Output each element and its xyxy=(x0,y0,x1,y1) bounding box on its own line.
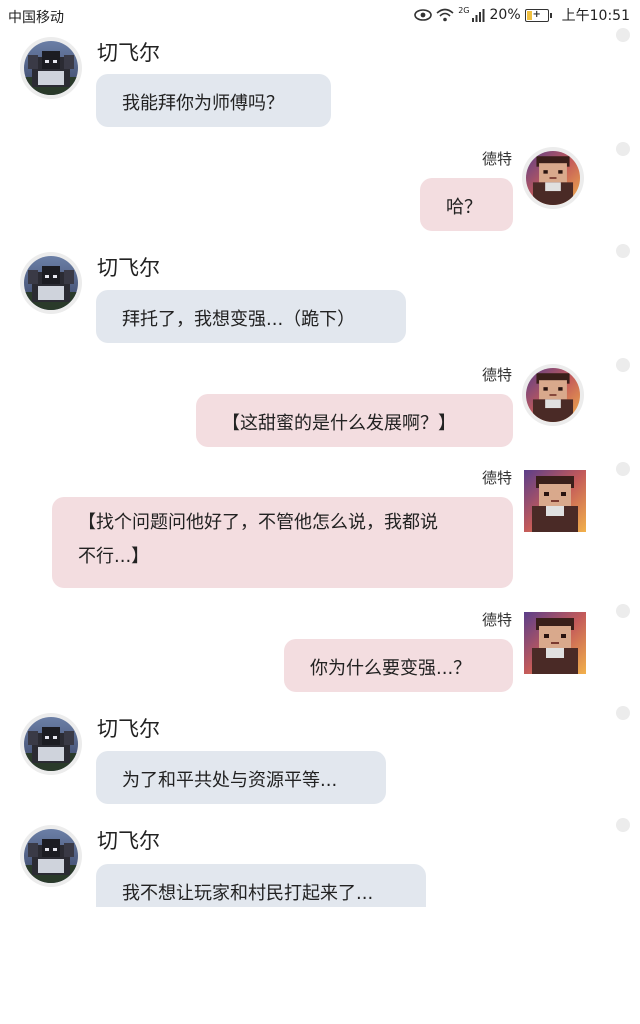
battery-cap xyxy=(549,12,552,18)
eye-icon xyxy=(414,9,433,21)
avatar-dete[interactable] xyxy=(522,364,584,426)
sunset-boy-avatar-icon xyxy=(526,368,580,422)
message-bubble[interactable]: 我不想让玩家和村民打起来了... xyxy=(96,864,426,907)
avatar-chefeier[interactable] xyxy=(20,825,82,887)
dark-knight-avatar-icon xyxy=(24,41,78,95)
avatar-chefeier[interactable] xyxy=(20,37,82,99)
avatar-dete[interactable] xyxy=(522,147,584,209)
avatar-dete[interactable] xyxy=(524,612,586,674)
dark-knight-avatar-icon xyxy=(24,829,78,883)
signal-icon xyxy=(471,8,485,22)
scroll-dot xyxy=(616,706,630,720)
message-bubble[interactable]: 为了和平共处与资源平等... xyxy=(96,751,386,804)
battery-percent: 20% xyxy=(489,7,521,23)
message-text: 我不想让玩家和村民打起来了... xyxy=(122,883,374,904)
sunset-boy-avatar-icon xyxy=(524,612,586,674)
sender-name: 切飞尔 xyxy=(97,41,160,65)
scroll-dot xyxy=(616,244,630,258)
message-bubble[interactable]: 我能拜你为师傅吗？ xyxy=(96,74,331,127)
dark-knight-avatar-icon xyxy=(24,256,78,310)
scroll-dot xyxy=(616,358,630,372)
network-type: 2G xyxy=(458,5,470,15)
avatar-chefeier[interactable] xyxy=(20,713,82,775)
carrier-label: 中国移动 xyxy=(8,10,64,26)
battery-icon: + xyxy=(524,8,549,22)
avatar-dete[interactable] xyxy=(524,470,586,532)
avatar-chefeier[interactable] xyxy=(20,252,82,314)
message-bubble[interactable]: 拜托了，我想变强...（跪下） xyxy=(96,290,406,343)
message-bubble[interactable]: 【找个问题问他好了，不管他怎么说，我都说 不行...】 xyxy=(52,497,513,588)
chat-screen: 中国移动 2G 20% + 上午10:51 切飞尔 我能拜你为师傅吗？ 德特 哈… xyxy=(0,0,640,1024)
sender-name: 德特 xyxy=(481,150,512,168)
sender-name: 切飞尔 xyxy=(97,717,160,741)
sender-name: 切飞尔 xyxy=(97,256,160,280)
scroll-dot xyxy=(616,462,630,476)
sender-name: 德特 xyxy=(481,366,512,384)
sunset-boy-avatar-icon xyxy=(526,151,580,205)
wifi-icon xyxy=(436,8,454,22)
scroll-dot xyxy=(616,604,630,618)
scroll-dot xyxy=(616,818,630,832)
sunset-boy-avatar-icon xyxy=(524,470,586,532)
sender-name: 德特 xyxy=(481,469,512,487)
dark-knight-avatar-icon xyxy=(24,717,78,771)
scroll-dot xyxy=(616,142,630,156)
message-bubble[interactable]: 你为什么要变强...？ xyxy=(284,639,513,692)
message-bubble[interactable]: 【这甜蜜的是什么发展啊？】 xyxy=(196,394,513,447)
scroll-dot xyxy=(616,28,630,42)
message-line: 不行...】 xyxy=(78,546,150,567)
status-icons: 2G 20% + 上午10:51 xyxy=(414,5,630,25)
sender-name: 切飞尔 xyxy=(97,829,160,853)
clock: 上午10:51 xyxy=(561,8,630,24)
message-bubble[interactable]: 哈？ xyxy=(420,178,513,231)
status-bar: 中国移动 2G 20% + 上午10:51 xyxy=(0,0,640,30)
sender-name: 德特 xyxy=(481,611,512,629)
message-line: 【找个问题问他好了，不管他怎么说，我都说 xyxy=(78,512,438,533)
